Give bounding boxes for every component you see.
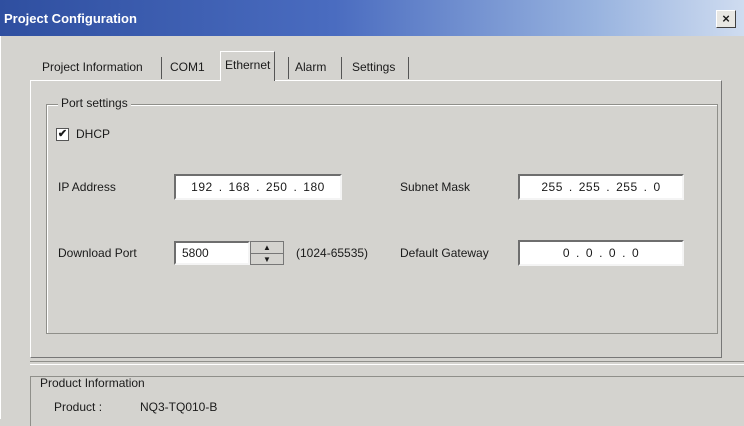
default-gateway-field[interactable]: 0. 0. 0. 0 [518, 240, 684, 266]
product-value: NQ3-TQ010-B [140, 400, 218, 414]
ip-octet-4[interactable]: 180 [303, 180, 325, 194]
window-title: Project Configuration [4, 11, 137, 26]
download-port-range: (1024-65535) [296, 246, 369, 260]
tab-alarm[interactable]: Alarm [291, 55, 331, 79]
port-settings-legend: Port settings [58, 96, 131, 110]
dhcp-checkbox[interactable]: ✔ [56, 128, 69, 141]
subnet-mask-field[interactable]: 255. 255. 255. 0 [518, 174, 684, 200]
mask-octet-4[interactable]: 0 [653, 180, 660, 194]
download-port-input[interactable]: 5800 [174, 241, 250, 265]
download-port-spinner[interactable]: ▲ ▼ [250, 241, 284, 265]
spin-down-icon[interactable]: ▼ [251, 254, 283, 265]
default-gateway-label: Default Gateway [400, 246, 489, 260]
mask-octet-2[interactable]: 255 [579, 180, 601, 194]
port-settings-group [46, 104, 718, 334]
ip-octet-2[interactable]: 168 [229, 180, 251, 194]
close-button[interactable]: × [716, 10, 736, 28]
tab-separator [341, 57, 342, 79]
subnet-mask-label: Subnet Mask [400, 180, 471, 194]
spin-up-icon[interactable]: ▲ [251, 242, 283, 254]
mask-octet-1[interactable]: 255 [541, 180, 563, 194]
download-port-label: Download Port [58, 246, 137, 260]
ip-octet-3[interactable]: 250 [266, 180, 288, 194]
dhcp-label[interactable]: DHCP [76, 127, 110, 141]
product-information-legend: Product Information [40, 376, 145, 390]
close-icon: × [722, 11, 730, 26]
ip-octet-1[interactable]: 192 [191, 180, 213, 194]
tab-settings[interactable]: Settings [348, 55, 400, 79]
tab-separator [161, 57, 162, 79]
gw-octet-2[interactable]: 0 [586, 246, 593, 260]
title-bar[interactable]: Project Configuration × [0, 0, 744, 36]
check-icon: ✔ [57, 128, 68, 140]
ip-address-label: IP Address [58, 180, 116, 194]
tab-separator [288, 57, 289, 79]
mask-octet-3[interactable]: 255 [616, 180, 638, 194]
gw-octet-4[interactable]: 0 [632, 246, 639, 260]
tab-ethernet[interactable]: Ethernet [220, 51, 276, 81]
gw-octet-1[interactable]: 0 [563, 246, 570, 260]
divider [30, 361, 744, 365]
tab-com1[interactable]: COM1 [166, 55, 209, 79]
product-label: Product : [54, 400, 103, 414]
ip-address-field[interactable]: 192. 168. 250. 180 [174, 174, 342, 200]
tab-separator [408, 57, 409, 79]
tab-project-information[interactable]: Project Information [38, 55, 147, 79]
gw-octet-3[interactable]: 0 [609, 246, 616, 260]
